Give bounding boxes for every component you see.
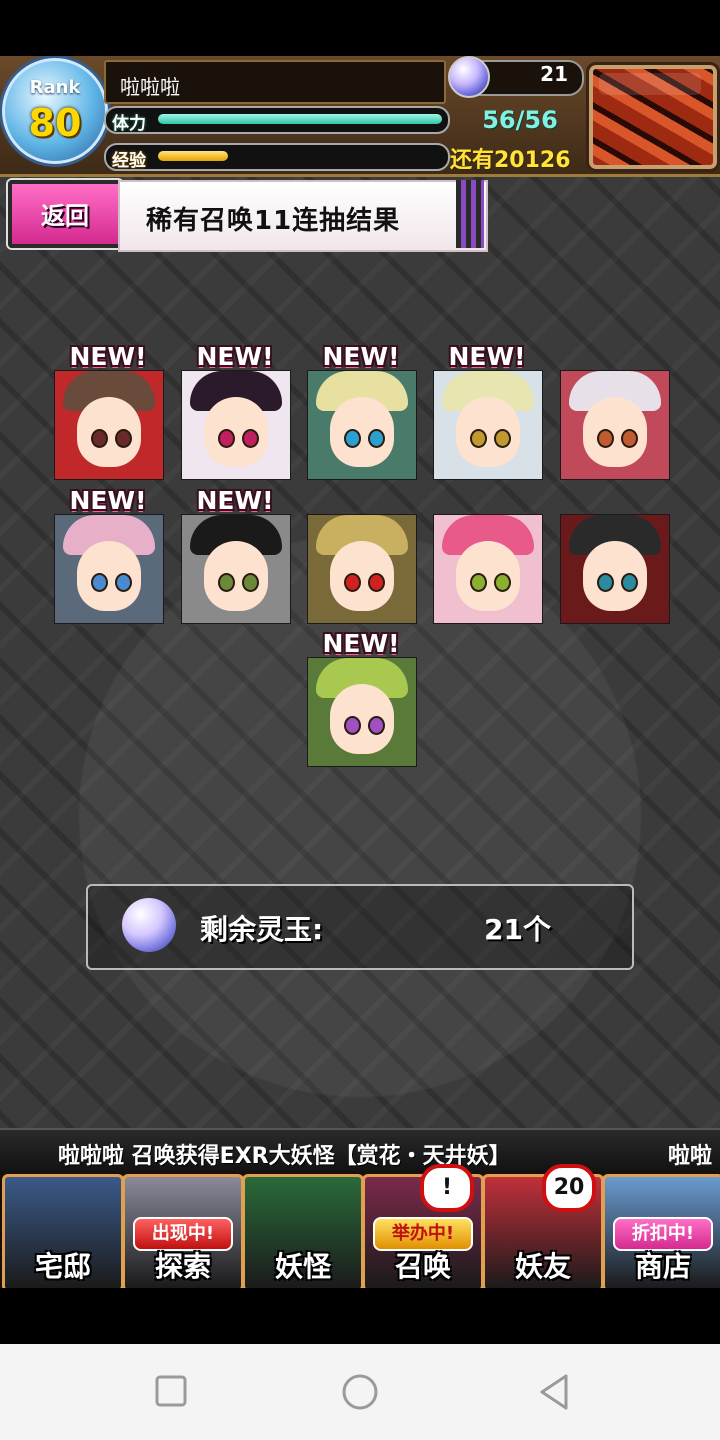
yokai-eye <box>494 429 511 448</box>
yokai-eye <box>242 429 259 448</box>
yokai-face <box>583 397 647 467</box>
banner-ornament <box>456 180 484 248</box>
stamina-fill <box>158 114 442 124</box>
spirit-jade-icon <box>448 56 490 98</box>
announcement-ticker: 啦啦啦 召唤获得EXR大妖怪【赏花・天井妖】 啦啦 <box>0 1128 720 1174</box>
yokai-eye <box>242 573 259 592</box>
yokai-eye <box>597 573 614 592</box>
spirit-jade-orb-icon <box>122 898 176 952</box>
yokai-face <box>330 397 394 467</box>
nav-label: 妖怪 <box>274 1250 331 1283</box>
yokai-eye <box>218 573 235 592</box>
rank-emblem[interactable]: Rank 80 <box>2 58 108 164</box>
nav-label: 探索 <box>154 1250 211 1283</box>
ticker-text-repeat: 啦啦 <box>668 1144 713 1169</box>
nav-item-2[interactable]: 妖怪 <box>242 1174 364 1288</box>
yokai-eye <box>494 573 511 592</box>
stamina-value: 56/56 <box>482 106 558 134</box>
player-name-box[interactable]: 啦啦啦 <box>104 60 446 104</box>
yokai-face <box>77 541 141 611</box>
exp-label: 经验 <box>112 151 146 171</box>
yokai-face <box>204 397 268 467</box>
yokai-eye <box>597 429 614 448</box>
yokai-card[interactable] <box>307 370 417 480</box>
yokai-face <box>456 397 520 467</box>
rank-value: 80 <box>28 101 82 145</box>
gem-value: 21 <box>540 62 568 86</box>
nav-item-1[interactable]: 出现中! 探索 <box>122 1174 244 1288</box>
player-name: 啦啦啦 <box>120 75 180 99</box>
back-icon[interactable] <box>534 1372 574 1412</box>
new-badge: NEW! <box>448 342 526 371</box>
recents-icon[interactable] <box>154 1374 188 1408</box>
remaining-jade-box: 剩余灵玉: 21个 <box>86 884 634 970</box>
nav-item-5[interactable]: 折扣中! 商店 <box>602 1174 720 1288</box>
new-badge: NEW! <box>69 342 147 371</box>
new-badge: NEW! <box>196 486 274 515</box>
new-badge: NEW! <box>322 629 400 658</box>
status-bar <box>0 0 720 56</box>
rank-label: Rank <box>29 77 81 98</box>
yokai-eye <box>115 429 132 448</box>
yokai-eye <box>621 429 638 448</box>
yokai-eye <box>344 573 361 592</box>
nav-item-0[interactable]: 宅邸 <box>2 1174 124 1288</box>
notification-badge: ! <box>420 1164 474 1212</box>
yokai-eye <box>621 573 638 592</box>
yokai-face <box>77 397 141 467</box>
page-title: 稀有召唤11连抽结果 <box>146 206 401 236</box>
yokai-eye <box>115 573 132 592</box>
yokai-card[interactable] <box>54 514 164 624</box>
yokai-eye <box>368 429 385 448</box>
yokai-eye <box>91 573 108 592</box>
yokai-face <box>330 541 394 611</box>
yokai-card[interactable] <box>433 370 543 480</box>
stamina-label: 体力 <box>112 114 146 134</box>
remaining-value: 21个 <box>484 913 551 946</box>
back-button[interactable]: 返回 <box>8 180 122 248</box>
yokai-card[interactable] <box>54 370 164 480</box>
yokai-card[interactable] <box>307 657 417 767</box>
yokai-face <box>456 541 520 611</box>
yokai-card[interactable] <box>560 370 670 480</box>
new-badge: NEW! <box>196 342 274 371</box>
yokai-eye <box>218 429 235 448</box>
treasure-chest-icon[interactable] <box>586 62 720 172</box>
new-badge: NEW! <box>69 486 147 515</box>
nav-label: 召唤 <box>394 1250 451 1283</box>
yokai-face <box>330 684 394 754</box>
yokai-card[interactable] <box>433 514 543 624</box>
new-badge: NEW! <box>322 342 400 371</box>
yokai-card[interactable] <box>181 514 291 624</box>
home-icon[interactable] <box>340 1372 380 1412</box>
exp-remaining: 还有20126 <box>450 148 571 173</box>
yokai-face <box>583 541 647 611</box>
yokai-eye <box>470 429 487 448</box>
yokai-card[interactable] <box>560 514 670 624</box>
nav-label: 宅邸 <box>34 1250 91 1283</box>
yokai-eye <box>91 429 108 448</box>
exp-fill <box>158 151 228 161</box>
nav-label: 商店 <box>634 1250 691 1283</box>
yokai-face <box>204 541 268 611</box>
back-button-label: 返回 <box>41 202 89 230</box>
game-screen: Rank 80 啦啦啦 体力 经验 21 56/56 还有20126 返回 稀有… <box>0 56 720 1288</box>
notification-badge: 20 <box>542 1164 596 1212</box>
yokai-card[interactable] <box>307 514 417 624</box>
title-banner: 稀有召唤11连抽结果 <box>118 180 488 252</box>
yokai-eye <box>470 573 487 592</box>
system-nav-bar <box>0 1344 720 1440</box>
bottom-nav: 宅邸 出现中! 探索 妖怪 举办中! 召唤! 妖友 20 折扣中! 商店 <box>0 1164 720 1288</box>
system-spacer <box>0 1288 720 1344</box>
exp-bar: 经验 <box>104 143 450 171</box>
yokai-eye <box>368 573 385 592</box>
player-header: Rank 80 啦啦啦 体力 经验 21 56/56 还有20126 <box>0 56 720 177</box>
yokai-eye <box>368 716 385 735</box>
stamina-bar: 体力 <box>104 106 450 134</box>
yokai-card[interactable] <box>181 370 291 480</box>
yokai-eye <box>344 429 361 448</box>
yokai-eye <box>344 716 361 735</box>
remaining-label: 剩余灵玉: <box>200 913 324 946</box>
nav-label: 妖友 <box>514 1250 571 1283</box>
